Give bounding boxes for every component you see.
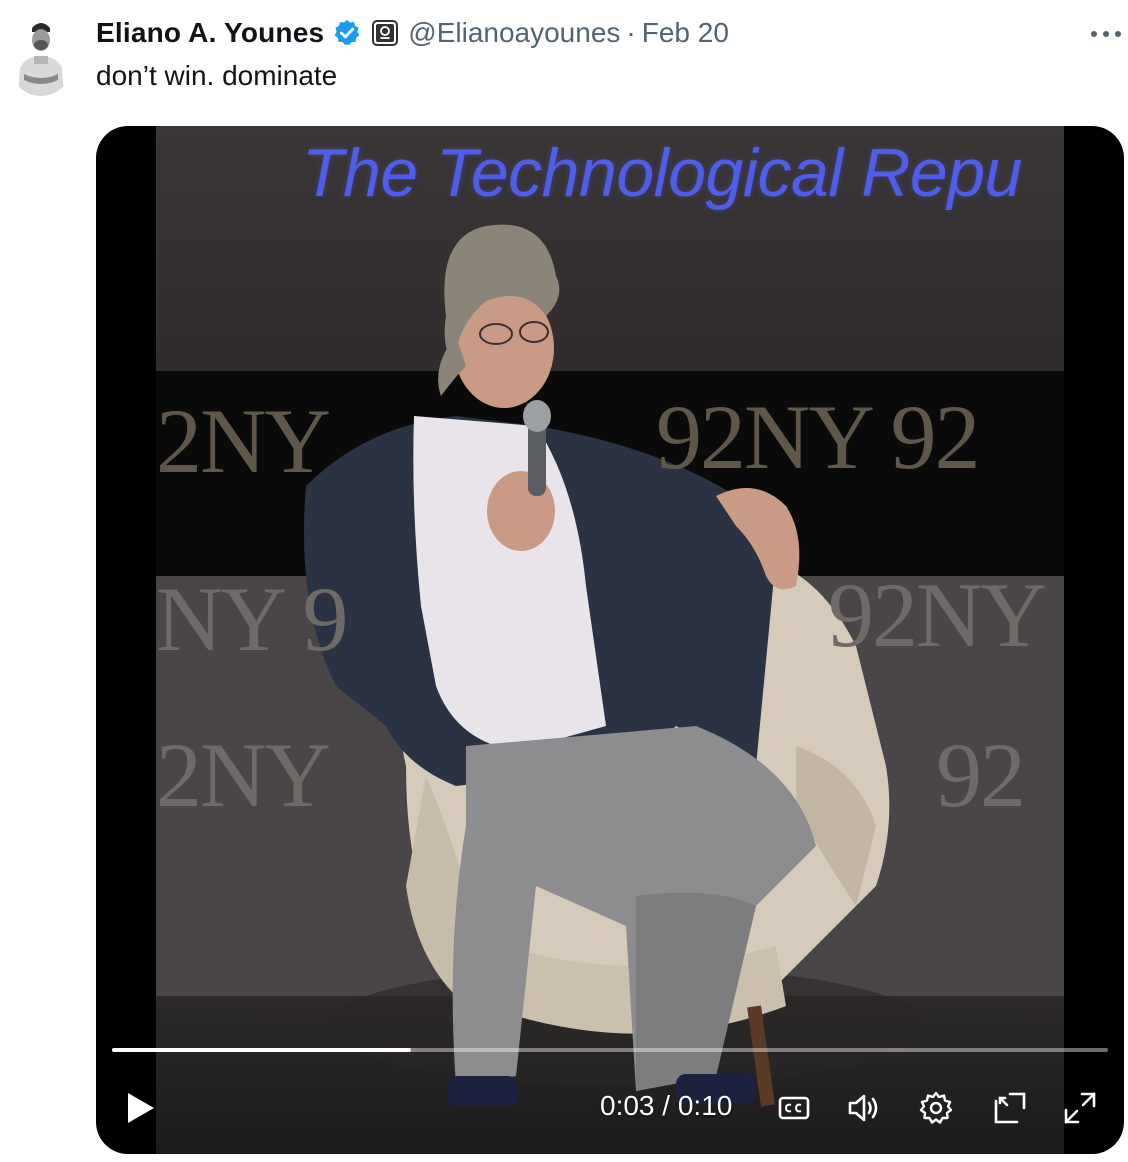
- more-horizontal-icon: [1091, 31, 1121, 37]
- play-button[interactable]: [120, 1088, 160, 1128]
- volume-button[interactable]: [844, 1088, 884, 1128]
- duration: 0:10: [677, 1090, 733, 1121]
- slide-title: The Technological Repu: [302, 135, 1022, 211]
- handle[interactable]: @Elianoayounes: [408, 17, 620, 49]
- fullscreen-icon: [1064, 1092, 1096, 1124]
- verified-badge-icon[interactable]: [332, 18, 362, 48]
- separator-dot: ·: [626, 17, 636, 48]
- display-name[interactable]: Eliano A. Younes: [96, 17, 324, 49]
- video-progress-bar[interactable]: [112, 1048, 1108, 1052]
- watermark: 92NY: [828, 564, 1047, 666]
- watermark: NY 9: [156, 568, 348, 670]
- settings-button[interactable]: [916, 1088, 956, 1128]
- tweet-header: Eliano A. Younes @Elianoayounes · Feb 20: [96, 14, 729, 52]
- video-time-readout: 0:03 / 0:10: [600, 1090, 732, 1122]
- volume-icon: [848, 1094, 878, 1122]
- fullscreen-button[interactable]: [1060, 1088, 1100, 1128]
- video-progress-fill: [112, 1048, 411, 1052]
- video-player[interactable]: The Technological Repu 2NY 92NY 92 NY 9 …: [96, 126, 1124, 1154]
- timestamp[interactable]: Feb 20: [642, 17, 729, 49]
- video-frame[interactable]: The Technological Repu 2NY 92NY 92 NY 9 …: [156, 126, 1064, 1154]
- avatar[interactable]: [10, 10, 72, 96]
- watermark: 92NY 92: [656, 386, 980, 488]
- affiliate-badge-icon[interactable]: [372, 20, 399, 46]
- captions-icon: [778, 1096, 810, 1120]
- watermark: 2NY: [156, 390, 331, 492]
- pop-out-button[interactable]: [990, 1088, 1030, 1128]
- more-options-button[interactable]: [1086, 20, 1126, 48]
- video-controls: 0:03 / 0:10: [96, 1076, 1124, 1140]
- watermark: 2NY: [156, 724, 331, 826]
- captions-button[interactable]: [774, 1088, 814, 1128]
- play-icon: [128, 1093, 154, 1123]
- settings-icon: [919, 1091, 953, 1124]
- current-time: 0:03: [600, 1090, 655, 1121]
- pop-out-icon: [994, 1092, 1026, 1124]
- tweet-text: don’t win. dominate: [96, 60, 338, 91]
- time-separator: /: [662, 1090, 671, 1121]
- watermark: 92: [936, 724, 1026, 826]
